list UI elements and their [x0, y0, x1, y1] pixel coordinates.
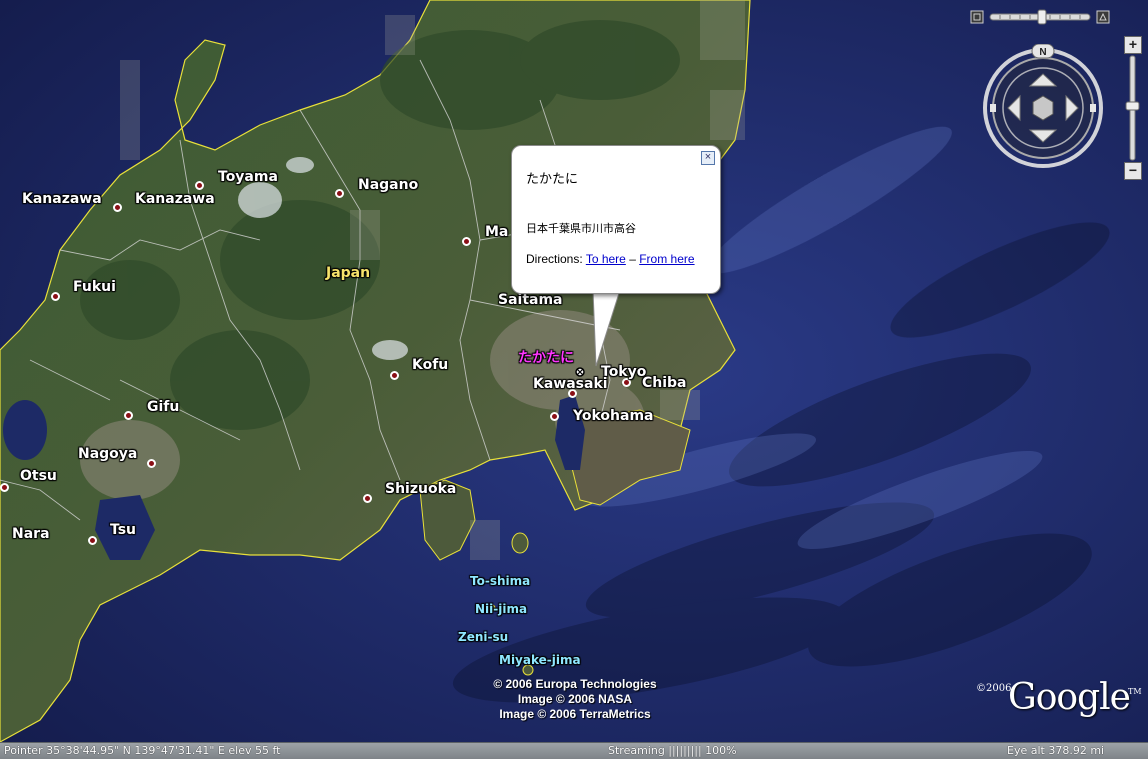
zoom-out-button[interactable]: −: [1124, 162, 1142, 180]
logo-copyright: ©2006: [976, 683, 1012, 694]
city-marker-icon[interactable]: [147, 459, 156, 468]
pointer-coordinates: Pointer 35°38'44.95" N 139°47'31.41" E e…: [4, 744, 281, 757]
city-label[interactable]: Nagoya: [78, 446, 137, 462]
city-label[interactable]: Chiba: [642, 375, 687, 391]
imagery-copyright: © 2006 Europa Technologies Image © 2006 …: [470, 677, 680, 722]
logo-wordmark: Google: [1008, 677, 1131, 718]
city-label[interactable]: Kawasaki: [533, 376, 608, 392]
city-label[interactable]: Toyama: [218, 169, 278, 185]
copyright-line: © 2006 Europa Technologies: [493, 677, 657, 691]
balloon-title: たかたに: [526, 171, 579, 186]
satellite-map-view[interactable]: Kanazawa Kanazawa Toyama Nagano Fukui Saitama…: [0, 0, 1148, 742]
logo-trademark: TM: [1128, 687, 1142, 696]
balloon-directions: Directions: To here – From here: [526, 251, 706, 267]
directions-from-here-link[interactable]: From here: [639, 252, 694, 266]
city-label[interactable]: Kanazawa: [135, 191, 215, 207]
city-label[interactable]: Ma: [485, 224, 508, 240]
city-label[interactable]: Nagano: [358, 177, 418, 193]
city-marker-icon[interactable]: [51, 292, 60, 301]
placemark-info-balloon: × たかたに 日本千葉県市川市高谷 Directions: To here – …: [511, 145, 721, 294]
copyright-line: Image © 2006 NASA: [517, 692, 633, 706]
city-marker-icon[interactable]: [195, 181, 204, 190]
navigation-compass[interactable]: N: [980, 43, 1108, 177]
city-label[interactable]: Kofu: [412, 357, 448, 373]
city-label[interactable]: Saitama: [498, 292, 563, 308]
city-label[interactable]: Kanazawa: [22, 191, 102, 207]
placemark-pushpin-icon[interactable]: [574, 366, 585, 377]
city-label[interactable]: Fukui: [73, 279, 116, 295]
directions-to-here-link[interactable]: To here: [586, 252, 626, 266]
city-label[interactable]: Tsu: [110, 522, 136, 538]
status-bar: Pointer 35°38'44.95" N 139°47'31.41" E e…: [0, 742, 1148, 759]
directions-separator: –: [629, 252, 636, 266]
city-marker-icon[interactable]: [0, 483, 9, 492]
svg-text:N: N: [1039, 47, 1046, 58]
city-marker-icon[interactable]: [113, 203, 122, 212]
city-marker-icon[interactable]: [335, 189, 344, 198]
placemark-label[interactable]: たかたに: [518, 347, 574, 367]
city-marker-icon[interactable]: [88, 536, 97, 545]
streaming-status: Streaming ||||||||| 100%: [608, 744, 737, 757]
island-label[interactable]: Zeni-su: [458, 630, 508, 644]
city-marker-icon[interactable]: [363, 494, 372, 503]
island-label[interactable]: To-shima: [470, 574, 530, 588]
island-label[interactable]: Nii-jima: [475, 602, 527, 616]
copyright-line: Image © 2006 TerraMetrics: [499, 707, 651, 721]
city-marker-icon[interactable]: [462, 237, 471, 246]
city-label[interactable]: Yokohama: [573, 408, 653, 424]
tilt-slider[interactable]: [970, 9, 1114, 25]
directions-label: Directions:: [526, 252, 583, 266]
city-label[interactable]: Shizuoka: [385, 481, 456, 497]
balloon-address: 日本千葉県市川市高谷: [526, 223, 636, 235]
close-icon[interactable]: ×: [701, 151, 715, 165]
city-label[interactable]: Gifu: [147, 399, 179, 415]
city-label[interactable]: Otsu: [20, 468, 57, 484]
city-label[interactable]: Nara: [12, 526, 50, 542]
balloon-tail: [592, 290, 621, 367]
zoom-slider[interactable]: + −: [1124, 36, 1142, 182]
country-label: Japan: [326, 265, 371, 281]
eye-altitude: Eye alt 378.92 mi: [1007, 744, 1105, 757]
city-marker-icon[interactable]: [124, 411, 133, 420]
city-marker-icon[interactable]: [550, 412, 559, 421]
zoom-track[interactable]: [1124, 36, 1142, 182]
island-label[interactable]: Miyake-jima: [499, 653, 581, 667]
city-marker-icon[interactable]: [390, 371, 399, 380]
